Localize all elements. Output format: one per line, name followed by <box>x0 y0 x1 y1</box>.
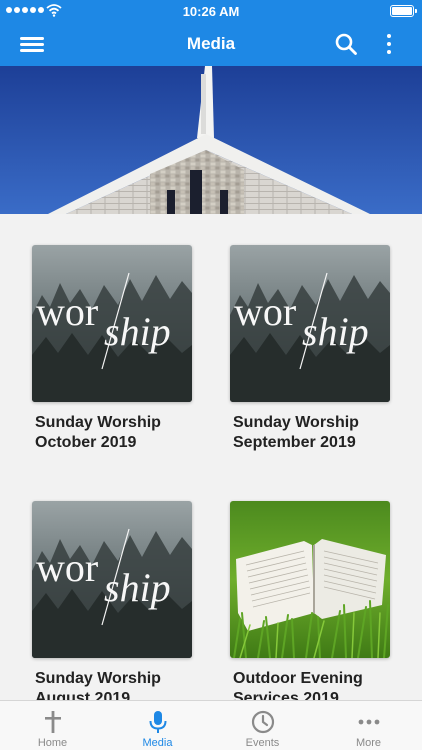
page-title: Media <box>186 34 236 53</box>
tab-label: Events <box>245 737 280 749</box>
battery-icon <box>390 5 417 17</box>
cross-icon <box>45 711 61 733</box>
tab-label: More <box>355 737 382 749</box>
svg-text:ship: ship <box>104 565 171 610</box>
church-steeple-image <box>0 66 422 214</box>
tab-media[interactable]: Media <box>105 701 210 750</box>
svg-text:wor: wor <box>36 545 98 590</box>
status-time: 10:26 AM <box>182 4 240 19</box>
svg-text:wor: wor <box>36 289 98 334</box>
worship-thumbnail: wor ship <box>230 245 390 402</box>
search-icon[interactable] <box>334 32 358 56</box>
tab-events[interactable]: Events <box>210 701 315 750</box>
svg-text:ship: ship <box>302 309 369 354</box>
tab-label: Home <box>37 737 68 749</box>
tab-label: Media <box>142 737 173 749</box>
worship-thumbnail: wor ship <box>32 501 192 658</box>
clock-icon <box>251 710 275 734</box>
worship-thumbnail: wor ship <box>32 245 192 402</box>
overflow-menu-button[interactable] <box>384 30 394 58</box>
media-item-title: Sunday Worship October 2019 <box>35 414 161 451</box>
hero-banner <box>0 66 422 214</box>
navigation-bar: Media <box>0 22 422 66</box>
tab-home[interactable]: Home <box>0 701 105 750</box>
app-header: 10:26 AM Media <box>0 0 422 66</box>
media-item-title: Sunday Worship September 2019 <box>233 414 359 451</box>
status-bar: 10:26 AM <box>0 0 422 22</box>
ellipsis-icon <box>358 719 380 725</box>
svg-text:ship: ship <box>104 309 171 354</box>
bible-thumbnail <box>230 501 390 658</box>
tab-more[interactable]: More <box>316 701 421 750</box>
bottom-tab-bar: Home Media Events More <box>0 700 422 750</box>
media-screen: 10:26 AM Media wor ship Sunday Worship O… <box>0 0 422 750</box>
svg-text:wor: wor <box>234 289 296 334</box>
microphone-icon <box>149 711 167 733</box>
